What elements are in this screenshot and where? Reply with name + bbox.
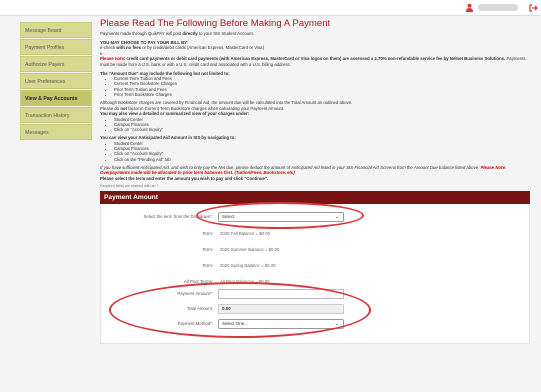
term-row: Term: 2020 Fall Balance = $0.00 [101, 229, 531, 240]
username-redacted[interactable] [478, 4, 518, 11]
term-row: Term: 2020 Spring Balance = $0.00 [101, 261, 531, 272]
logout-icon[interactable] [528, 3, 538, 13]
required-note: Required fields are marked with an * [100, 183, 158, 188]
term-label: Term: [202, 247, 213, 253]
payment-amount-header: Payment Amount [100, 191, 530, 205]
sidebar-item-transaction-history[interactable]: Transaction History [20, 107, 92, 123]
detailed-view-list: Student Center Campus Finances Click on … [114, 117, 530, 133]
term-row: Term: 2020 Summer Balance = $0.00 [101, 245, 531, 256]
top-bar [0, 0, 541, 16]
term-balance: 2020 Spring Balance = $0.00 [220, 263, 276, 269]
term-label: Term: [202, 263, 213, 269]
page-title: Please Read The Following Before Making … [100, 18, 331, 29]
sidebar-item-authorize-payers[interactable]: Authorize Payers [20, 56, 92, 72]
anticipated-aid-note: If you have sufficient Anticipated Aid, … [100, 164, 507, 176]
sidebar-item-message-board[interactable]: Message Board [20, 22, 92, 38]
amount-due-list: Current Term Tuition and Fees Current Te… [114, 76, 530, 97]
sidebar-item-view-pay-accounts[interactable]: View & Pay Accounts [20, 90, 92, 106]
payment-form: Select the term from the Dropdown*: Sele… [100, 202, 531, 345]
sidebar: Message Board Payment Profiles Authorize… [20, 22, 92, 141]
sidebar-item-payment-profiles[interactable]: Payment Profiles [20, 39, 92, 55]
user-icon[interactable] [465, 3, 474, 12]
sidebar-item-messages[interactable]: Messages [20, 124, 92, 140]
term-balance: 2020 Summer Balance = $0.00 [220, 247, 280, 253]
highlight-annotation [196, 202, 364, 230]
highlight-annotation [109, 282, 371, 339]
select-instruction: Please select the term and enter the amo… [100, 175, 269, 181]
anticipated-aid-list: Student Center Campus Finances Click on … [114, 141, 530, 162]
term-balance: 2020 Fall Balance = $0.00 [220, 231, 271, 237]
fee-note: Please note: credit card payments or deb… [100, 56, 526, 67]
term-label: Term: [202, 231, 213, 237]
sidebar-item-user-preferences[interactable]: User Preferences [20, 73, 92, 89]
main-content: Please Read The Following Before Making … [100, 18, 531, 345]
